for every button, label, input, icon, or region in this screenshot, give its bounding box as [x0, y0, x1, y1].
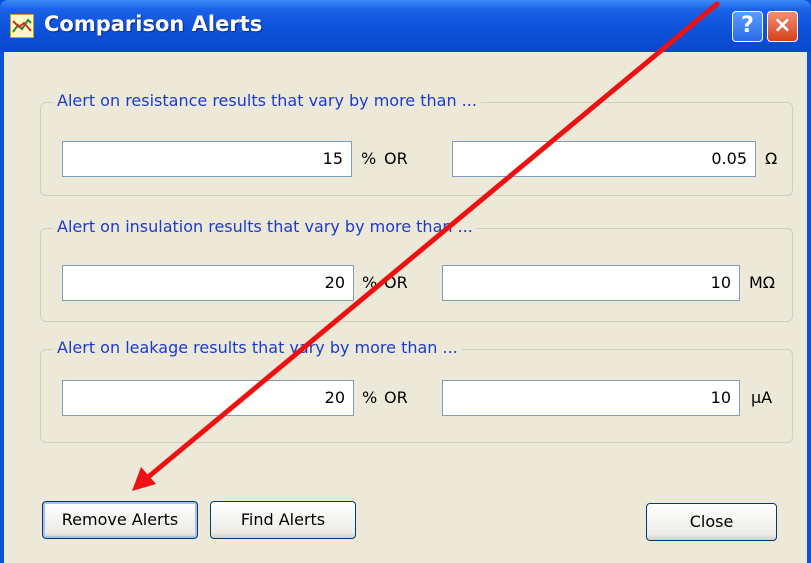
insulation-percent-input[interactable]: 20 — [62, 265, 354, 301]
comparison-alerts-dialog: Comparison Alerts ? × Alert on resistanc… — [0, 0, 811, 563]
insulation-group-title: Alert on insulation results that vary by… — [53, 217, 477, 236]
title-bar: Comparison Alerts ? × — [0, 0, 811, 52]
resistance-absolute-unit: Ω — [765, 149, 778, 168]
leakage-absolute-unit: µA — [751, 388, 773, 407]
resistance-alert-group: Alert on resistance results that vary by… — [40, 91, 793, 196]
resistance-percent-unit: % — [361, 149, 377, 168]
leakage-or-label: OR — [384, 388, 408, 407]
leakage-alert-group: Alert on leakage results that vary by mo… — [40, 338, 793, 443]
find-alerts-button[interactable]: Find Alerts — [210, 501, 356, 539]
close-button[interactable]: Close — [646, 503, 777, 541]
resistance-or-label: OR — [384, 149, 408, 168]
chart-app-icon — [10, 14, 34, 38]
insulation-percent-unit: % — [362, 273, 378, 292]
leakage-percent-input[interactable]: 20 — [62, 380, 354, 416]
dialog-title: Comparison Alerts — [44, 12, 263, 36]
resistance-absolute-input[interactable]: 0.05 — [452, 141, 756, 177]
remove-alerts-button[interactable]: Remove Alerts — [42, 501, 198, 539]
help-button[interactable]: ? — [732, 11, 763, 42]
leakage-absolute-input[interactable]: 10 — [442, 380, 740, 416]
insulation-absolute-unit: MΩ — [749, 273, 776, 292]
resistance-percent-input[interactable]: 15 — [62, 141, 352, 177]
dialog-client-area: Alert on resistance results that vary by… — [4, 52, 807, 563]
insulation-absolute-input[interactable]: 10 — [442, 265, 740, 301]
resistance-group-title: Alert on resistance results that vary by… — [53, 91, 481, 110]
leakage-group-title: Alert on leakage results that vary by mo… — [53, 338, 462, 357]
insulation-or-label: OR — [384, 273, 408, 292]
close-window-button[interactable]: × — [767, 11, 798, 42]
insulation-alert-group: Alert on insulation results that vary by… — [40, 217, 793, 322]
leakage-percent-unit: % — [362, 388, 378, 407]
